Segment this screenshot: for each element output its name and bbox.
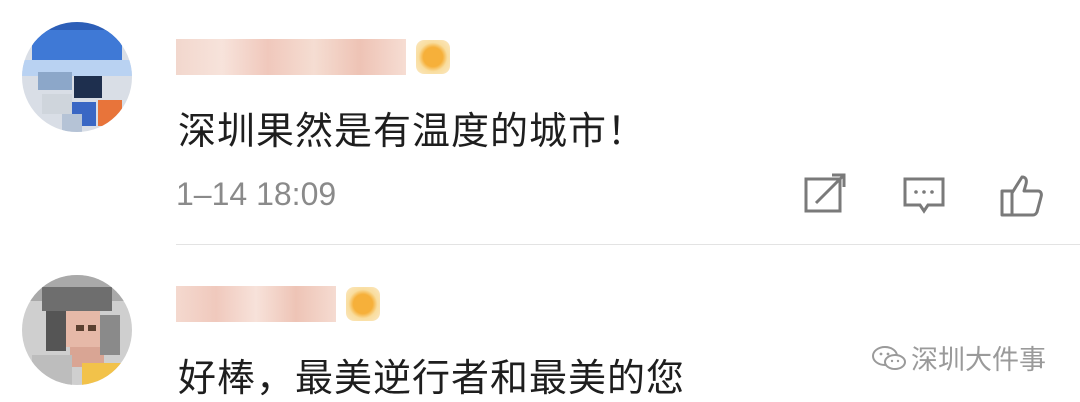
username[interactable] [176, 38, 450, 76]
comment-item-1: 深圳果然是有温度的城市！ 1–14 18:09 [0, 0, 1080, 245]
comment-icon[interactable] [900, 171, 948, 219]
username-mosaic [176, 286, 336, 322]
repost-icon[interactable] [800, 171, 848, 219]
watermark: 深圳大件事 [871, 338, 1046, 377]
avatar-image [22, 275, 132, 385]
username-mosaic [176, 39, 406, 75]
comment-timestamp: 1–14 18:09 [176, 176, 337, 212]
vip-badge-icon [416, 40, 450, 74]
user-avatar[interactable] [22, 275, 132, 385]
avatar-image [22, 22, 132, 132]
watermark-text: 深圳大件事 [911, 345, 1046, 376]
like-icon[interactable] [998, 171, 1046, 219]
comment-text: 好棒，最美逆行者和最美的您 [178, 356, 686, 400]
vip-badge-icon [346, 287, 380, 321]
username[interactable] [176, 285, 380, 323]
comment-item-2: 好棒，最美逆行者和最美的您 [0, 245, 1080, 402]
wechat-icon [872, 345, 906, 370]
user-avatar[interactable] [22, 22, 132, 132]
comment-text: 深圳果然是有温度的城市！ [178, 109, 647, 153]
